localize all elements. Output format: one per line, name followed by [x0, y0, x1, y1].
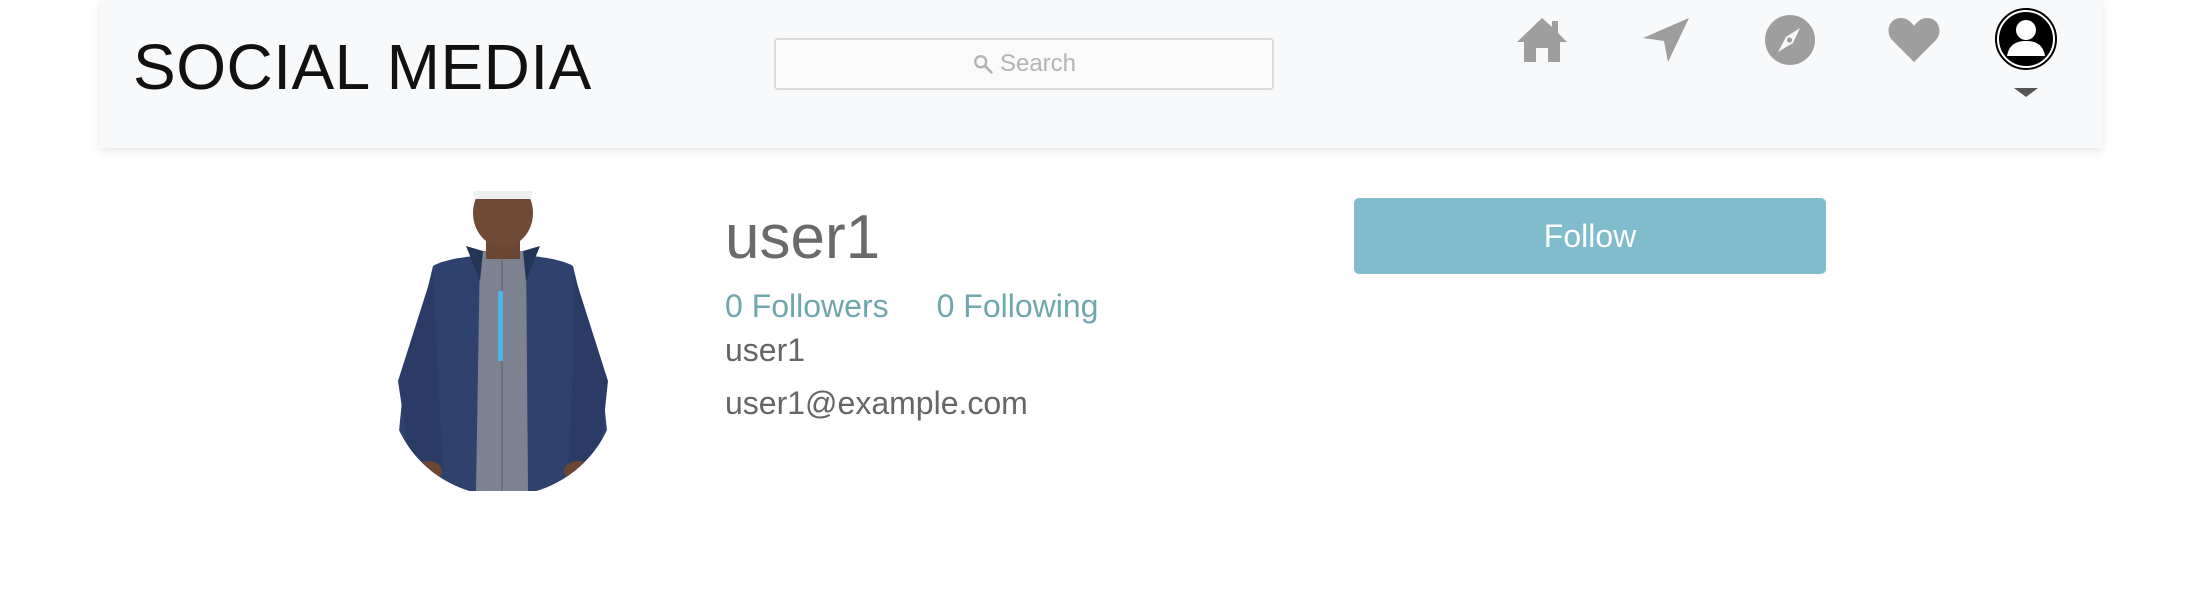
search-input[interactable]: Search	[774, 38, 1274, 90]
following-count: 0	[936, 288, 964, 324]
search-placeholder: Search	[999, 50, 1077, 77]
profile-full-name: user1	[725, 332, 806, 368]
navbar: SOCIAL MEDIA Search	[100, 0, 2102, 148]
following-label: Following	[963, 288, 1099, 324]
following-link[interactable]: 0 Following	[937, 288, 1099, 325]
followers-count: 0	[725, 288, 752, 324]
profile-email: user1@example.com	[725, 385, 1028, 421]
heart-icon[interactable]	[1886, 14, 1942, 66]
profile-stats: 0 Followers 0 Following	[725, 288, 1098, 325]
search-icon	[973, 55, 993, 74]
home-icon[interactable]	[1514, 14, 1570, 66]
followers-link[interactable]: 0 Followers	[725, 288, 889, 325]
profile-photo	[388, 191, 618, 491]
profile-username: user1	[725, 203, 881, 272]
user-avatar-icon[interactable]	[1995, 8, 2057, 70]
followers-label: Followers	[751, 288, 889, 324]
brand-logo[interactable]: SOCIAL MEDIA	[133, 30, 592, 104]
explore-compass-icon[interactable]	[1762, 14, 1818, 66]
send-icon[interactable]	[1638, 14, 1694, 66]
follow-button[interactable]: Follow	[1354, 198, 1826, 274]
chevron-down-icon[interactable]	[2014, 88, 2038, 97]
